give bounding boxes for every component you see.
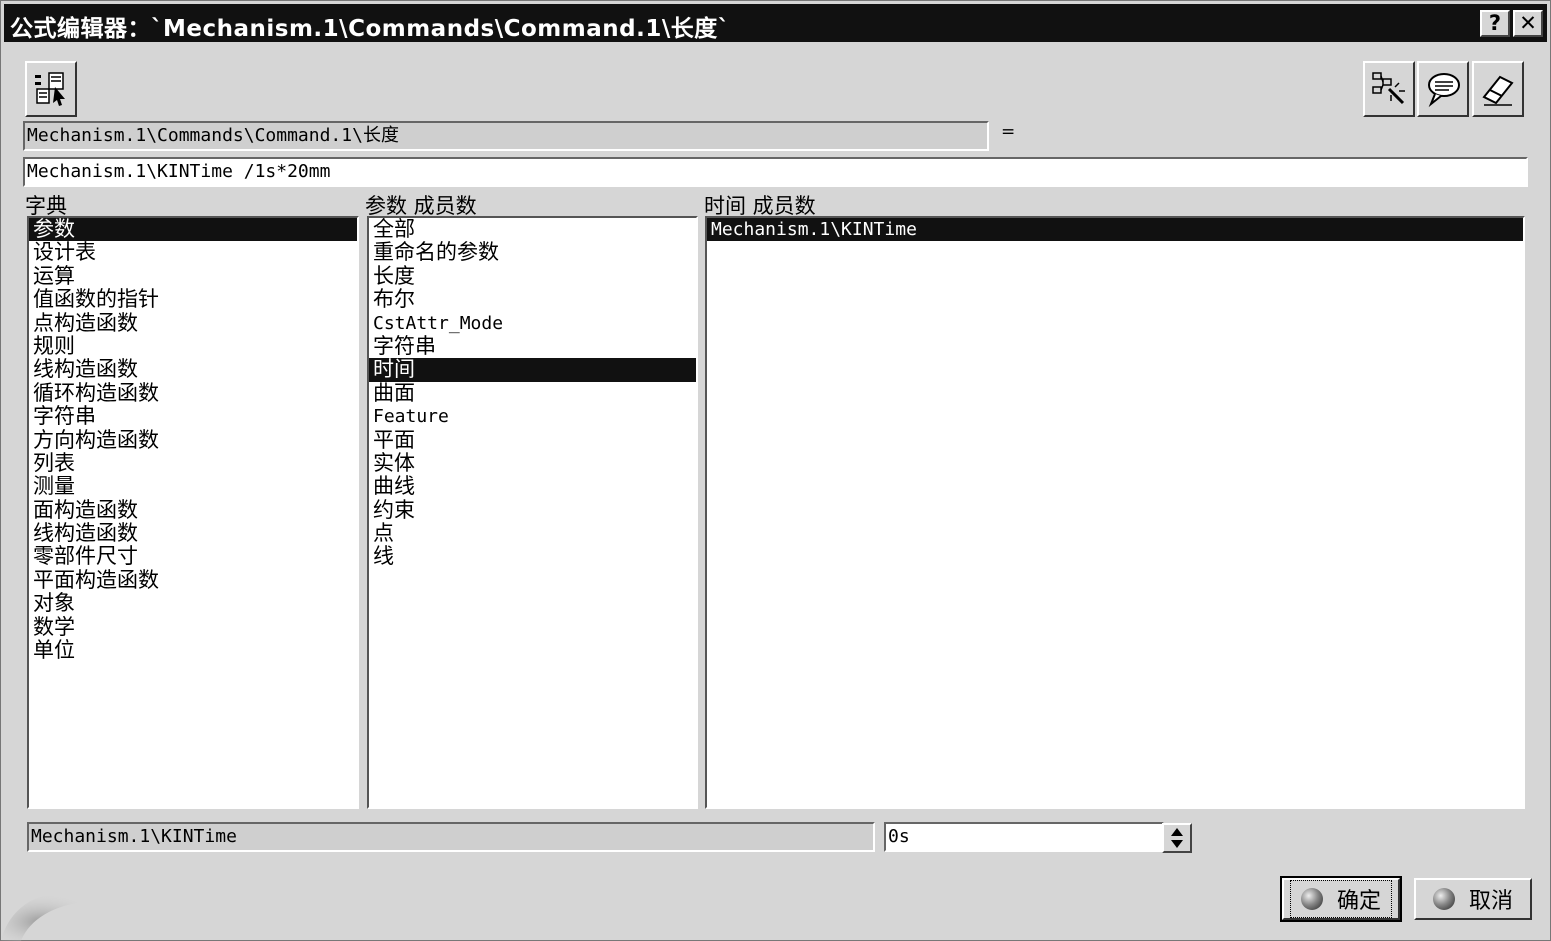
time-members-list[interactable]: Mechanism.1\KINTime bbox=[705, 216, 1525, 809]
list-item[interactable]: 曲线 bbox=[369, 475, 696, 498]
formula-wizard-button[interactable] bbox=[1363, 61, 1415, 117]
cancel-ball-icon bbox=[1432, 888, 1455, 910]
dictionary-list[interactable]: 参数 设计表 运算 值函数的指针 点构造函数 规则 线构造函数 循环构造函数 字符串 方向构造函数… bbox=[27, 216, 359, 809]
list-item[interactable]: 参数 bbox=[29, 218, 357, 242]
spin-up-icon[interactable] bbox=[1171, 828, 1183, 836]
spin-down-icon[interactable] bbox=[1171, 840, 1183, 848]
list-item[interactable]: 单位 bbox=[29, 638, 357, 662]
list-item[interactable]: 测量 bbox=[29, 475, 357, 498]
list-item[interactable]: 全部 bbox=[369, 218, 696, 241]
formula-tree-icon bbox=[35, 72, 65, 106]
ok-button[interactable]: 确定 bbox=[1280, 876, 1402, 922]
formula-target-field: Mechanism.1\Commands\Command.1\长度 bbox=[23, 121, 989, 151]
list-item[interactable]: 规则 bbox=[29, 334, 357, 358]
value-input[interactable]: 0s bbox=[884, 822, 1164, 852]
list-item[interactable]: 字符串 bbox=[369, 334, 696, 358]
list-item[interactable]: 长度 bbox=[369, 264, 696, 288]
list-item[interactable]: 循环构造函数 bbox=[29, 381, 357, 405]
selected-parameter-field: Mechanism.1\KINTime bbox=[27, 822, 875, 852]
ok-ball-icon bbox=[1300, 888, 1323, 910]
value-spinner[interactable] bbox=[1162, 823, 1192, 853]
speech-bubble-icon bbox=[1428, 73, 1460, 108]
list-item[interactable]: 平面构造函数 bbox=[29, 568, 357, 592]
list-item[interactable]: 线构造函数 bbox=[29, 521, 357, 545]
list-item[interactable]: 对象 bbox=[29, 592, 357, 615]
list-item[interactable]: 列表 bbox=[29, 451, 357, 475]
wizard-icon bbox=[1372, 72, 1405, 105]
list-item[interactable]: 设计表 bbox=[29, 241, 357, 264]
list-item[interactable]: 曲面 bbox=[369, 381, 696, 405]
formula-tree-button[interactable] bbox=[25, 61, 77, 117]
eraser-icon bbox=[1482, 75, 1514, 106]
formula-expression-input[interactable]: Mechanism.1\KINTime /1s*20mm bbox=[23, 157, 1528, 187]
corner-logo-swoosh bbox=[1, 893, 101, 941]
list-item[interactable]: 点构造函数 bbox=[29, 311, 357, 335]
formula-editor-dialog: 公式编辑器：`Mechanism.1\Commands\Command.1\长度… bbox=[0, 0, 1551, 941]
list-item[interactable]: 布尔 bbox=[369, 287, 696, 311]
list-item[interactable]: Mechanism.1\KINTime bbox=[707, 218, 1523, 242]
list-item[interactable]: 线构造函数 bbox=[29, 358, 357, 381]
list-item[interactable]: 方向构造函数 bbox=[29, 428, 357, 452]
list-item[interactable]: 运算 bbox=[29, 264, 357, 288]
list-item[interactable]: 重命名的参数 bbox=[369, 241, 696, 264]
list-item[interactable]: 时间 bbox=[369, 358, 696, 382]
ok-label: 确定 bbox=[1336, 889, 1381, 914]
list-item[interactable]: 数学 bbox=[29, 615, 357, 639]
cancel-label: 取消 bbox=[1468, 889, 1513, 914]
equals-sign: = bbox=[1001, 122, 1016, 142]
list-item[interactable]: 线 bbox=[369, 545, 696, 568]
list-item[interactable]: 字符串 bbox=[29, 404, 357, 428]
list-item[interactable]: Feature bbox=[369, 405, 696, 428]
list-item[interactable]: 面构造函数 bbox=[29, 498, 357, 522]
list-item[interactable]: 点 bbox=[369, 521, 696, 545]
window-title: 公式编辑器：`Mechanism.1\Commands\Command.1\长度… bbox=[10, 16, 730, 42]
list-item[interactable]: CstAttr_Mode bbox=[369, 312, 696, 335]
list-item[interactable]: 值函数的指针 bbox=[29, 287, 357, 311]
cancel-button[interactable]: 取消 bbox=[1414, 878, 1532, 920]
title-bar[interactable]: 公式编辑器：`Mechanism.1\Commands\Command.1\长度… bbox=[4, 4, 1547, 42]
list-item[interactable]: 实体 bbox=[369, 451, 696, 475]
parameter-members-list[interactable]: 全部 重命名的参数 长度 布尔 CstAttr_Mode 字符串 时间 曲面 Feature 平面… bbox=[367, 216, 698, 809]
close-button[interactable]: ✕ bbox=[1513, 10, 1543, 37]
list-item[interactable]: 零部件尺寸 bbox=[29, 545, 357, 568]
erase-button[interactable] bbox=[1472, 61, 1524, 117]
comment-button[interactable] bbox=[1417, 61, 1469, 117]
list-item[interactable]: 平面 bbox=[369, 428, 696, 452]
help-button[interactable]: ? bbox=[1480, 10, 1510, 37]
list-item[interactable]: 约束 bbox=[369, 498, 696, 522]
